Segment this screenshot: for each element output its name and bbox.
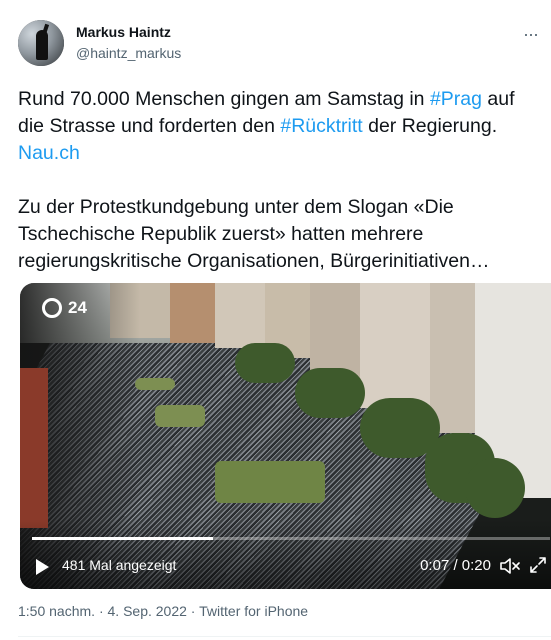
- source-link[interactable]: Nau.ch: [18, 142, 80, 164]
- view-count: 481 Mal angezeigt: [62, 557, 177, 573]
- video-progress-bar[interactable]: [32, 537, 550, 540]
- tweet-time[interactable]: 1:50 nachm.: [18, 603, 95, 619]
- video-time: 0:07 / 0:20: [420, 557, 491, 574]
- ct24-logo: 24: [42, 297, 106, 319]
- tweet-paragraph-1: Rund 70.000 Menschen gingen am Samstag i…: [18, 88, 515, 164]
- mute-icon[interactable]: [499, 556, 521, 576]
- author-name[interactable]: Markus Haintz: [76, 24, 171, 40]
- tweet-meta: 1:50 nachm. · 4. Sep. 2022 · Twitter for…: [18, 603, 309, 619]
- avatar[interactable]: [18, 20, 64, 66]
- hashtag-prag[interactable]: #Prag: [430, 88, 482, 110]
- divider: [18, 636, 551, 637]
- more-icon[interactable]: ···: [523, 24, 539, 45]
- tweet-source: Twitter for iPhone: [199, 603, 309, 619]
- tweet-date[interactable]: 4. Sep. 2022: [108, 603, 187, 619]
- video-player[interactable]: 24 481 Mal angezeigt 0:07 / 0:20: [20, 283, 551, 589]
- tweet-header: Markus Haintz @haintz_markus ···: [18, 16, 539, 72]
- expand-icon[interactable]: [529, 556, 547, 574]
- tweet-paragraph-2: Zu der Protestkundgebung unter dem Sloga…: [18, 196, 490, 272]
- video-controls: 481 Mal angezeigt 0:07 / 0:20: [20, 537, 551, 589]
- tweet-body: Rund 70.000 Menschen gingen am Samstag i…: [18, 86, 543, 275]
- hashtag-ruecktritt[interactable]: #Rücktritt: [280, 115, 362, 137]
- video-progress-fill: [32, 537, 214, 540]
- author-handle[interactable]: @haintz_markus: [76, 45, 181, 61]
- play-icon[interactable]: [36, 559, 49, 575]
